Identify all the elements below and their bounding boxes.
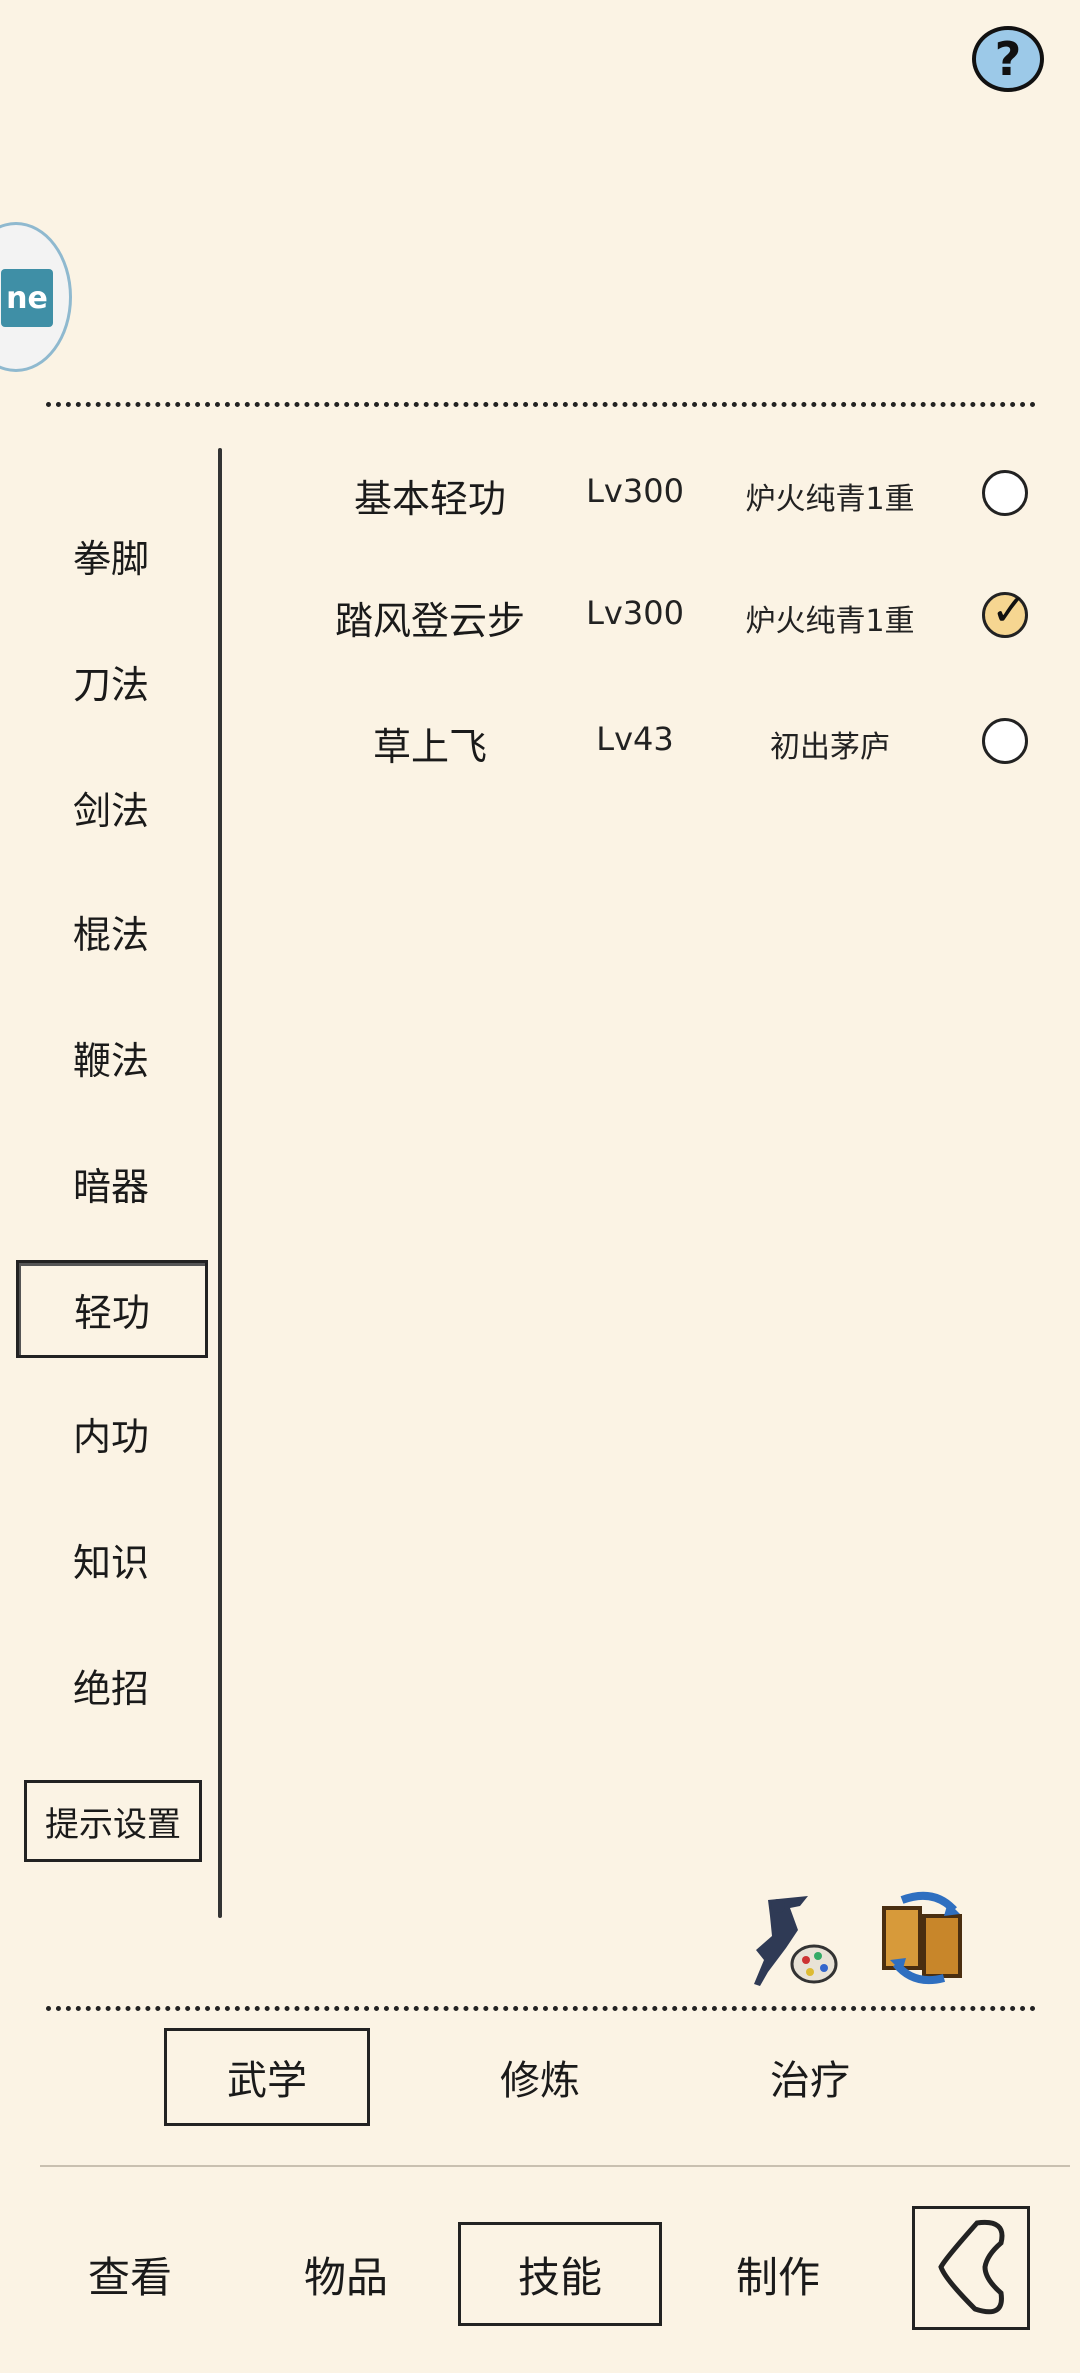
brush-divider [40, 2165, 1070, 2167]
skill-select-radio[interactable] [982, 470, 1028, 516]
nav-chakan[interactable]: 查看 [40, 2222, 220, 2326]
skill-level: Lv300 [586, 472, 684, 510]
question-mark-icon: ? [994, 32, 1022, 86]
bottom-dotted-divider [46, 2006, 1036, 2011]
avatar[interactable]: ne [0, 222, 72, 372]
category-neigong[interactable]: 内功 [16, 1384, 206, 1482]
category-bianfa[interactable]: 鞭法 [16, 1008, 206, 1106]
category-juezhao[interactable]: 绝招 [16, 1636, 206, 1734]
tab-wuxue[interactable]: 武学 [164, 2028, 370, 2126]
skill-select-radio[interactable]: ✓ [982, 585, 1028, 638]
category-quanjiao[interactable]: 拳脚 [16, 506, 206, 604]
vertical-divider [218, 448, 222, 1918]
category-gunfa[interactable]: 棍法 [16, 882, 206, 980]
skill-realm: 炉火纯青1重 [745, 482, 915, 517]
category-jianfa[interactable]: 剑法 [16, 758, 206, 856]
avatar-badge: ne [1, 269, 53, 327]
hint-settings-button[interactable]: 提示设置 [24, 1780, 202, 1862]
tab-zhiliao[interactable]: 治疗 [710, 2028, 910, 2126]
category-daofa[interactable]: 刀法 [16, 632, 206, 730]
nav-wupin[interactable]: 物品 [256, 2222, 436, 2326]
category-anqi[interactable]: 暗器 [16, 1134, 206, 1232]
back-arrow-icon [938, 2219, 1005, 2315]
category-zhishi[interactable]: 知识 [16, 1510, 206, 1608]
scroll-swap-icon[interactable] [874, 1886, 974, 1986]
skill-level: Lv300 [586, 594, 684, 632]
tab-xiulian[interactable]: 修炼 [440, 2028, 640, 2126]
back-button[interactable] [912, 2206, 1030, 2330]
skill-row[interactable]: 基本轻功 Lv300 炉火纯青1重 [230, 448, 1050, 538]
skill-select-radio[interactable] [982, 718, 1028, 764]
nav-jineng[interactable]: 技能 [458, 2222, 662, 2326]
top-dotted-divider [46, 402, 1036, 407]
martial-artist-palette-icon[interactable] [738, 1890, 838, 1990]
checkmark-icon: ✓ [991, 585, 1028, 636]
skill-row[interactable]: 草上飞 Lv43 初出茅庐 [230, 696, 1050, 786]
help-button[interactable]: ? [972, 26, 1044, 92]
nav-zhizuo[interactable]: 制作 [688, 2222, 868, 2326]
skill-level: Lv43 [596, 720, 674, 758]
category-qinggong[interactable]: 轻功 [16, 1260, 208, 1358]
skill-realm: 初出茅庐 [770, 730, 890, 765]
skill-row[interactable]: 踏风登云步 Lv300 炉火纯青1重 ✓ [230, 570, 1050, 660]
skill-realm: 炉火纯青1重 [745, 604, 915, 639]
